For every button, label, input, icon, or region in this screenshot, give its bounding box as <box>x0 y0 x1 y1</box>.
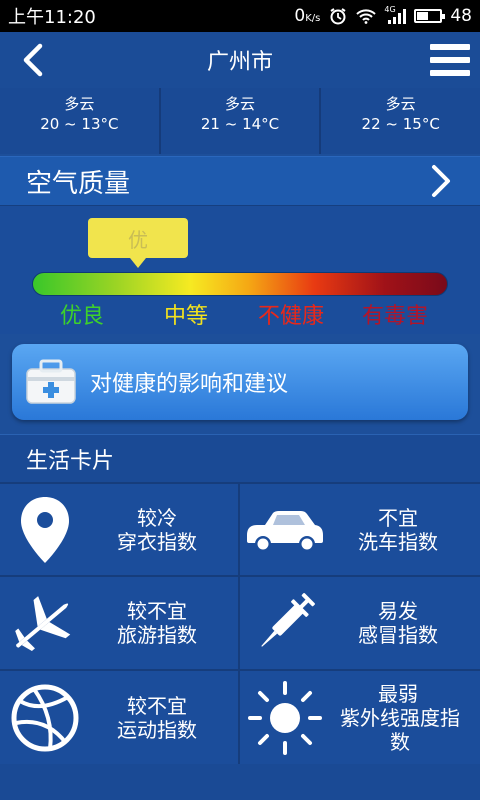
forecast-weather: 多云 <box>385 95 416 113</box>
back-button[interactable] <box>14 40 54 80</box>
forecast-temp: 20 ~ 13°C <box>40 115 119 133</box>
card-label: 穿衣指数 <box>117 529 197 554</box>
card-value: 最弱 <box>378 681 418 706</box>
life-cards-grid: 较冷 穿衣指数 不宜 洗车指数 较不宜 旅游指数 易发 感冒指数 较不宜 运动指… <box>0 482 480 766</box>
air-quality-label: 空气质量 <box>26 168 131 199</box>
aqi-level-hazardous: 有毒害 <box>362 304 429 329</box>
forecast-day[interactable]: 多云 21 ~ 14°C <box>161 88 322 154</box>
card-label: 洗车指数 <box>358 529 438 554</box>
card-value: 较不宜 <box>127 693 187 718</box>
sun-icon <box>248 680 322 755</box>
aqi-gradient-bar <box>32 272 448 296</box>
card-label: 旅游指数 <box>117 623 197 647</box>
battery-icon <box>414 9 446 23</box>
alarm-clock-icon <box>328 7 348 25</box>
card-value: 不宜 <box>378 505 418 530</box>
aqi-level-moderate: 中等 <box>164 304 209 329</box>
life-cards-title: 生活卡片 <box>0 434 480 482</box>
menu-icon-bar <box>430 57 470 63</box>
health-advice-label: 对健康的影响和建议 <box>90 372 289 397</box>
aqi-level-good: 优良 <box>60 304 105 329</box>
card-label: 紫外线强度指数 <box>340 705 460 754</box>
syringe-icon <box>261 593 315 647</box>
forecast-day[interactable]: 多云 20 ~ 13°C <box>0 88 161 154</box>
menu-icon-bar <box>430 44 470 50</box>
status-bar: 上午11:20 0K/s 4G 48 <box>0 0 480 32</box>
card-value: 易发 <box>378 599 418 623</box>
menu-icon-bar <box>430 70 470 76</box>
forecast-temp: 21 ~ 14°C <box>200 115 280 133</box>
cell-signal-icon: 4G <box>384 5 407 25</box>
footer-strip <box>0 764 480 800</box>
forecast-temp: 22 ~ 15°C <box>361 115 440 133</box>
location-pin-icon <box>21 496 69 563</box>
life-card-carwash[interactable]: 不宜 洗车指数 <box>240 484 480 577</box>
battery-level <box>417 12 428 20</box>
menu-button[interactable] <box>430 40 470 80</box>
card-label: 感冒指数 <box>358 623 438 647</box>
battery-percent: 48 <box>450 6 472 26</box>
aqi-level-unhealthy: 不健康 <box>258 304 325 329</box>
ball-icon <box>11 684 79 751</box>
forecast-day[interactable]: 多云 22 ~ 15°C <box>321 88 480 154</box>
chevron-left-icon <box>23 43 43 77</box>
app-header: 广州市 <box>0 32 480 88</box>
chevron-right-icon <box>432 165 450 197</box>
first-aid-kit-icon <box>26 359 76 404</box>
status-time: 上午11:20 <box>8 7 96 28</box>
card-label: 运动指数 <box>117 717 197 742</box>
aqi-current-bubble: 优 <box>88 218 188 268</box>
health-advice-button[interactable]: 对健康的影响和建议 <box>12 344 468 420</box>
car-icon <box>247 510 323 552</box>
life-card-cold[interactable]: 易发 感冒指数 <box>240 577 480 671</box>
airplane-icon <box>15 596 71 651</box>
forecast-weather: 多云 <box>64 95 95 113</box>
city-title: 广州市 <box>206 50 273 75</box>
wifi-icon <box>356 7 377 25</box>
air-quality-panel: 优 优良 中等 不健康 有毒害 <box>0 206 480 334</box>
forecast-strip: 多云 20 ~ 13°C 多云 21 ~ 14°C 多云 22 ~ 15°C <box>0 88 480 154</box>
life-card-travel[interactable]: 较不宜 旅游指数 <box>0 577 240 671</box>
card-value: 较冷 <box>137 505 177 530</box>
air-quality-row[interactable]: 空气质量 <box>0 156 480 206</box>
network-speed: 0K/s <box>294 6 321 26</box>
life-card-sport[interactable]: 较不宜 运动指数 <box>0 671 240 766</box>
life-card-clothing[interactable]: 较冷 穿衣指数 <box>0 484 240 577</box>
forecast-weather: 多云 <box>225 95 256 113</box>
card-value: 较不宜 <box>127 599 187 623</box>
life-card-uv[interactable]: 最弱 紫外线强度指数 <box>240 671 480 766</box>
